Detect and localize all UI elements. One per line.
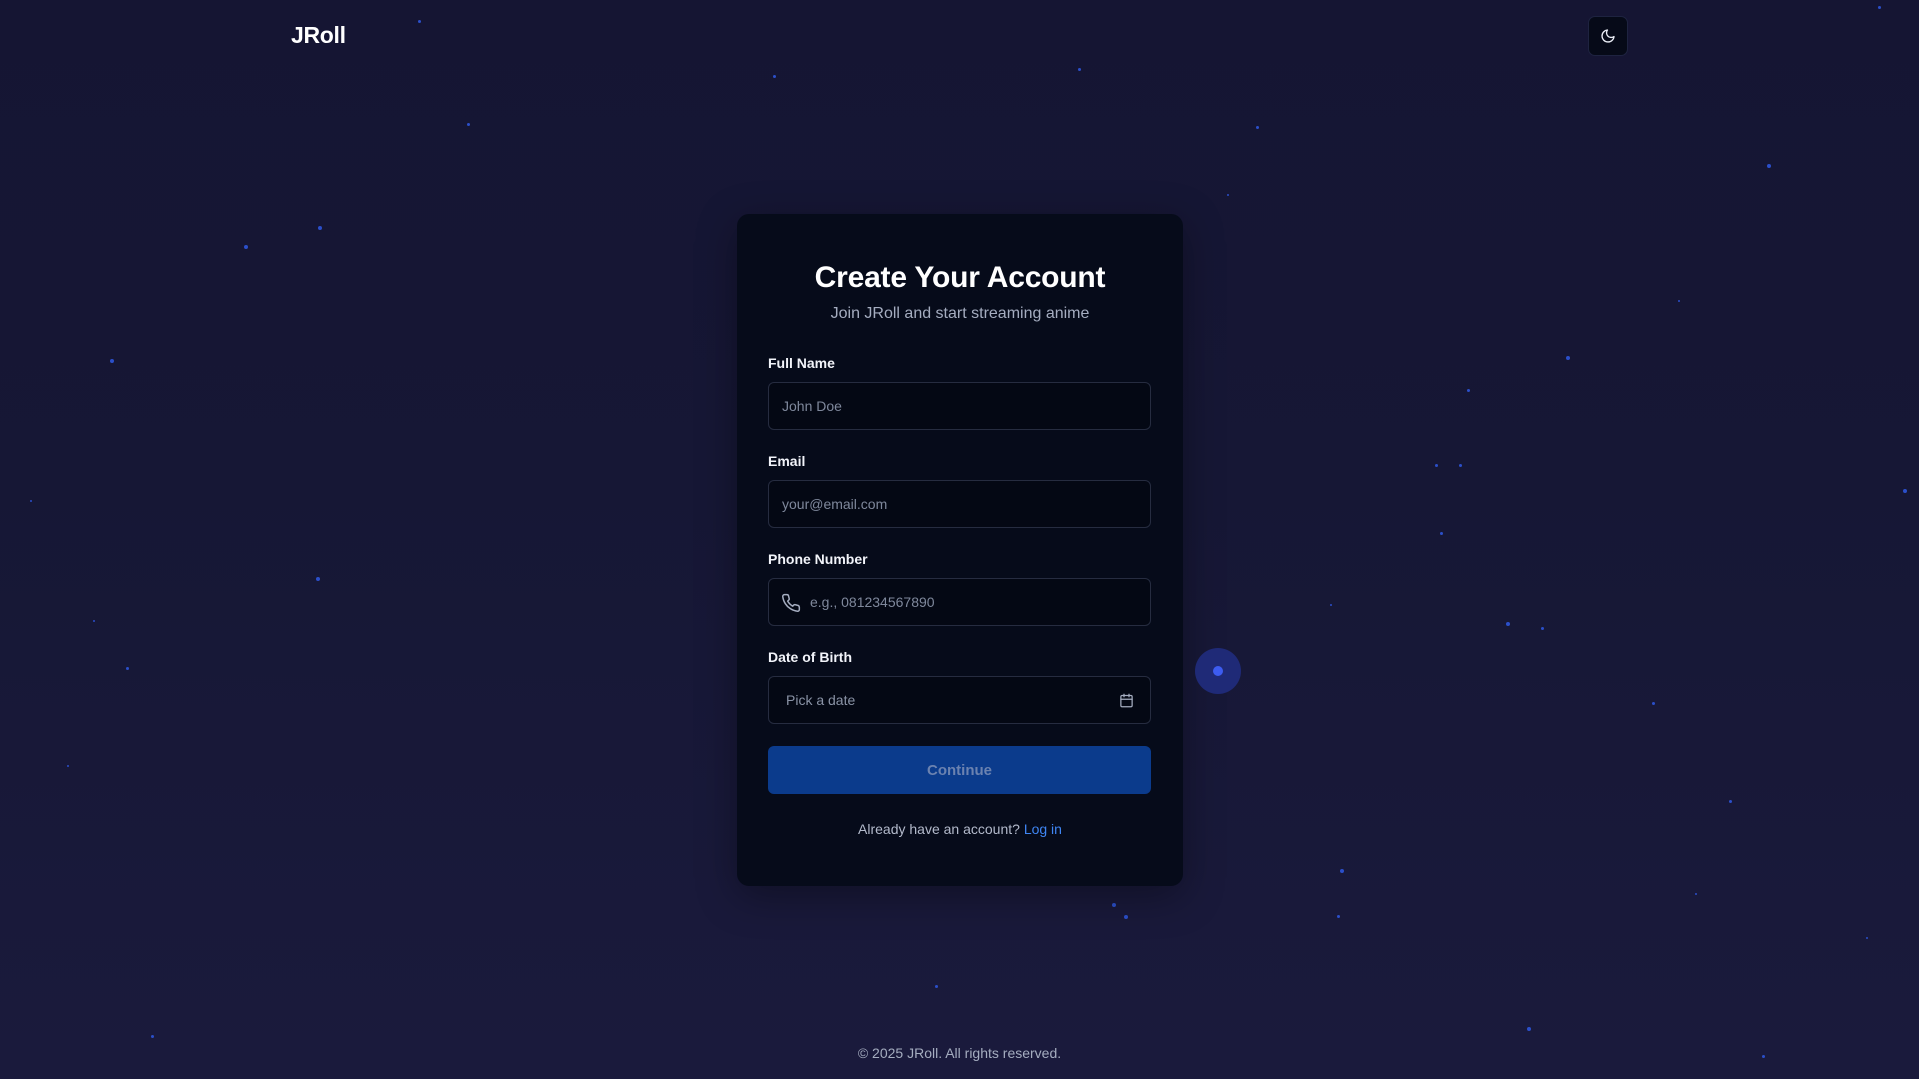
phone-label: Phone Number (768, 551, 868, 567)
email-label: Email (768, 453, 806, 469)
email-field-group: Email (768, 452, 1152, 528)
app-logo[interactable]: JRoll (291, 22, 346, 49)
login-prompt-line: Already have an account? Log in (768, 821, 1152, 837)
login-link[interactable]: Log in (1024, 821, 1062, 837)
full-name-field-group: Full Name (768, 354, 1152, 430)
phone-field-group: Phone Number (768, 550, 1152, 626)
phone-icon (782, 593, 801, 612)
moon-icon (1601, 29, 1615, 43)
page-subtitle: Join JRoll and start streaming anime (830, 305, 1090, 322)
email-input[interactable] (769, 481, 1150, 527)
date-picker-button[interactable]: Pick a date (768, 676, 1151, 724)
floating-cursor-indicator (1195, 648, 1241, 694)
date-picker-placeholder: Pick a date (786, 692, 856, 708)
full-name-input-wrapper (768, 382, 1151, 430)
theme-toggle-button[interactable] (1588, 16, 1628, 56)
signup-form: Full Name Email Phone Number Date of Bir… (768, 354, 1152, 837)
dob-field-group: Date of Birth Pick a date (768, 648, 1152, 724)
signup-card: Create Your Account Join JRoll and start… (737, 214, 1183, 886)
calendar-icon (1120, 693, 1133, 707)
phone-input-wrapper (768, 578, 1151, 626)
continue-button[interactable]: Continue (768, 746, 1151, 794)
email-input-wrapper (768, 480, 1151, 528)
cursor-dot-icon (1213, 666, 1223, 676)
dob-label: Date of Birth (768, 649, 852, 665)
full-name-input[interactable] (769, 383, 1150, 429)
full-name-label: Full Name (768, 355, 835, 371)
page-title: Create Your Account (814, 261, 1106, 294)
phone-input[interactable] (769, 579, 1150, 625)
login-prompt-text: Already have an account? (858, 821, 1020, 837)
top-bar: JRoll (0, 0, 1919, 74)
footer-copyright: © 2025 JRoll. All rights reserved. (857, 1045, 1062, 1061)
